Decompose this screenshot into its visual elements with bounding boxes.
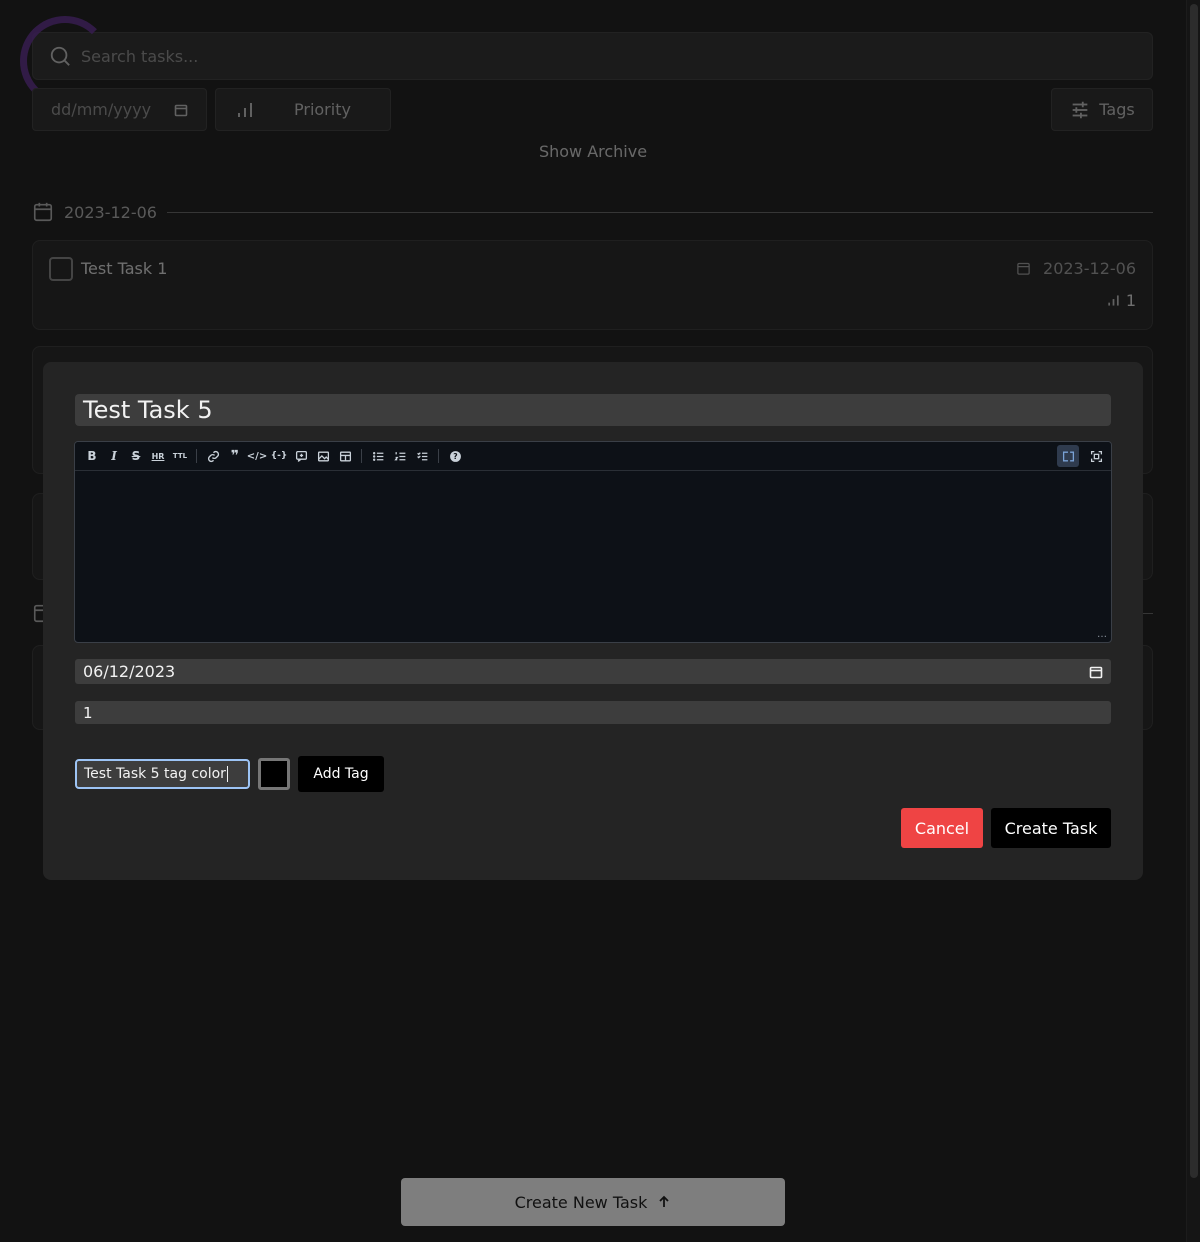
tags-filter-label: Tags [1099, 100, 1135, 119]
task-title-input[interactable]: Test Task 5 [75, 394, 1111, 426]
tag-name-input[interactable]: Test Task 5 tag color [75, 759, 250, 789]
code-icon[interactable]: </> [246, 445, 268, 467]
date-filter-placeholder: dd/mm/yyyy [51, 100, 152, 119]
add-tag-button[interactable]: Add Tag [298, 756, 384, 792]
calendar-icon[interactable] [1089, 665, 1103, 679]
tag-color-picker[interactable] [258, 758, 290, 790]
strikethrough-icon[interactable]: S [125, 445, 147, 467]
toolbar-separator [438, 449, 439, 463]
italic-icon[interactable]: I [103, 445, 125, 467]
tag-name-value: Test Task 5 tag color [84, 766, 226, 782]
sliders-icon [1072, 101, 1088, 118]
show-archive-link[interactable]: Show Archive [0, 142, 1186, 161]
table-icon[interactable] [334, 445, 356, 467]
toolbar-separator [196, 449, 197, 463]
priority-filter-label: Priority [294, 100, 351, 119]
calendar-icon [1017, 262, 1030, 275]
resize-handle-icon[interactable]: … [1097, 629, 1107, 640]
svg-text:?: ? [453, 452, 457, 461]
calendar-icon [33, 202, 53, 222]
create-task-button[interactable]: Create Task [991, 808, 1111, 848]
priority-filter-button[interactable]: Priority [215, 88, 391, 131]
checked-list-icon[interactable] [411, 445, 433, 467]
hr-icon[interactable]: HR [147, 445, 169, 467]
calendar-icon [174, 104, 188, 116]
tags-filter-button[interactable]: Tags [1051, 88, 1153, 131]
divider [166, 211, 1153, 213]
scrollbar-thumb[interactable] [1190, 4, 1198, 1178]
create-new-task-label: Create New Task [514, 1192, 648, 1212]
task-date-text: 2023-12-06 [1043, 259, 1136, 278]
fullscreen-icon[interactable] [1085, 445, 1107, 467]
priority-input[interactable]: 1 [75, 701, 1111, 724]
create-new-task-button[interactable]: Create New Task [401, 1178, 785, 1226]
task-card[interactable]: Test Task 1 2023-12-06 1 [32, 240, 1153, 330]
page-scrollbar[interactable] [1186, 0, 1200, 1242]
due-date-input[interactable]: 06/12/2023 [75, 659, 1111, 684]
unordered-list-icon[interactable] [367, 445, 389, 467]
cancel-button[interactable]: Cancel [901, 808, 983, 848]
task-due-date: 2023-12-06 [1016, 259, 1136, 278]
due-date-value: 06/12/2023 [83, 662, 176, 681]
date-group-header: 2023-12-06 [32, 200, 1153, 224]
markdown-editor[interactable]: B I S HR TTL ❞ </> {-} ? … [74, 441, 1112, 643]
editor-toolbar: B I S HR TTL ❞ </> {-} ? [75, 442, 1111, 471]
task-priority: 1 [1107, 291, 1136, 310]
quote-icon[interactable]: ❞ [224, 445, 246, 467]
task-title: Test Task 1 [81, 259, 168, 278]
date-filter-input[interactable]: dd/mm/yyyy [32, 88, 207, 131]
help-icon[interactable]: ? [444, 445, 466, 467]
priority-bars-icon [1108, 295, 1119, 306]
link-icon[interactable] [202, 445, 224, 467]
editor-view-controls [1057, 445, 1107, 467]
arrow-up-icon [659, 1195, 670, 1207]
task-priority-value: 1 [1125, 291, 1136, 310]
priority-bars-icon [238, 102, 252, 117]
task-complete-checkbox[interactable] [49, 257, 73, 281]
comment-icon[interactable] [290, 445, 312, 467]
group-date-label: 2023-12-06 [64, 202, 157, 222]
code-block-icon[interactable]: {-} [268, 445, 290, 467]
image-icon[interactable] [312, 445, 334, 467]
title-icon[interactable]: TTL [169, 445, 191, 467]
task-app-page: Search tasks... dd/mm/yyyy Priority Tags… [0, 0, 1186, 1242]
ordered-list-icon[interactable] [389, 445, 411, 467]
new-task-modal: Test Task 5 B I S HR TTL ❞ </> {-} ? … 0… [43, 362, 1143, 880]
live-preview-icon[interactable] [1057, 445, 1079, 467]
text-caret [226, 766, 228, 782]
bold-icon[interactable]: B [81, 445, 103, 467]
search-bar[interactable]: Search tasks... [32, 32, 1153, 80]
toolbar-separator [361, 449, 362, 463]
